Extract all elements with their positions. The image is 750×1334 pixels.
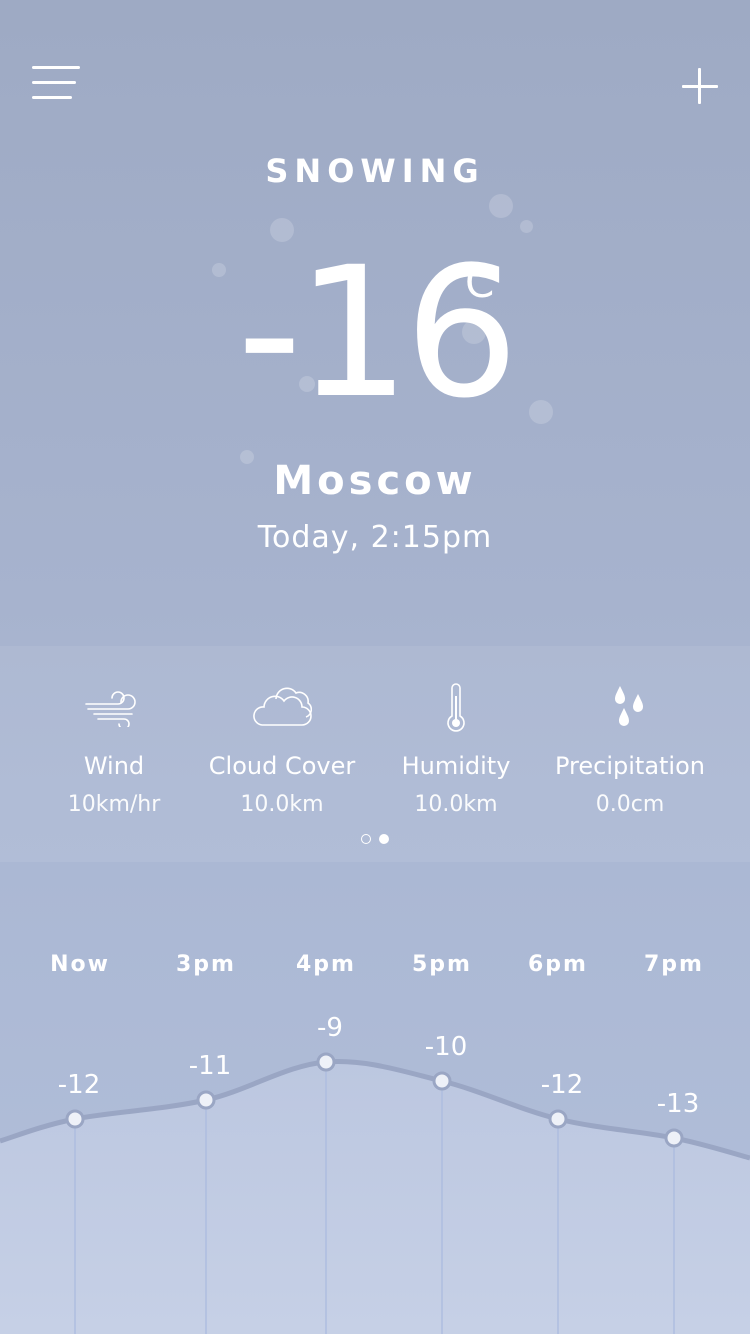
snowflake-decoration xyxy=(489,194,513,218)
weather-stats-panel: Wind 10km/hr Cloud Cover 10.0km Humidity… xyxy=(0,646,750,862)
stat-value: 0.0cm xyxy=(595,792,665,817)
hourly-temperature-chart: -12 -11 -9 -10 -12 -13 xyxy=(0,1013,750,1334)
menu-icon[interactable] xyxy=(32,66,82,102)
chart-point[interactable] xyxy=(548,1109,568,1129)
cloud-icon xyxy=(192,682,372,732)
plus-icon[interactable] xyxy=(680,66,720,106)
stat-precipitation: Precipitation 0.0cm xyxy=(540,682,720,817)
chart-data-label: -12 xyxy=(541,1070,583,1100)
stat-label: Wind xyxy=(83,752,145,780)
date-time: Today, 2:15pm xyxy=(257,520,493,555)
hour-label: 4pm xyxy=(296,952,356,977)
chart-point[interactable] xyxy=(432,1071,452,1091)
stat-value: 10.0km xyxy=(414,792,498,817)
hour-label: 5pm xyxy=(412,952,472,977)
stat-label: Cloud Cover xyxy=(208,752,356,780)
wind-icon xyxy=(24,682,204,732)
stat-cloud-cover: Cloud Cover 10.0km xyxy=(192,682,372,817)
stat-value: 10km/hr xyxy=(67,792,161,817)
stat-wind: Wind 10km/hr xyxy=(24,682,204,817)
stat-humidity: Humidity 10.0km xyxy=(366,682,546,817)
stat-label: Humidity xyxy=(401,752,511,780)
stat-value: 10.0km xyxy=(240,792,324,817)
chart-point[interactable] xyxy=(65,1109,85,1129)
hour-label: 3pm xyxy=(176,952,236,977)
chart-point[interactable] xyxy=(316,1052,336,1072)
thermometer-icon xyxy=(366,682,546,732)
chart-point[interactable] xyxy=(664,1128,684,1148)
chart-data-label: -10 xyxy=(425,1032,467,1062)
snowflake-decoration xyxy=(520,220,533,233)
hour-label: Now xyxy=(50,952,110,977)
hourly-labels: Now 3pm 4pm 5pm 6pm 7pm xyxy=(0,952,750,982)
hour-label: 6pm xyxy=(528,952,588,977)
chart-data-label: -9 xyxy=(317,1013,343,1043)
stat-label: Precipitation xyxy=(554,752,705,780)
page-indicator xyxy=(0,834,750,844)
city-name: Moscow xyxy=(273,458,477,504)
raindrops-icon xyxy=(540,682,720,732)
chart-data-label: -13 xyxy=(657,1089,699,1119)
chart-point[interactable] xyxy=(196,1090,216,1110)
weather-condition: SNOWING xyxy=(265,152,485,190)
page-dot-1[interactable] xyxy=(361,834,371,844)
chart-data-label: -11 xyxy=(189,1051,231,1081)
page-dot-2[interactable] xyxy=(379,834,389,844)
hour-label: 7pm xyxy=(644,952,704,977)
chart-area xyxy=(0,1061,750,1334)
temperature-display: -16 °C xyxy=(0,234,750,434)
temperature-unit: °C xyxy=(444,258,495,307)
current-weather-panel: SNOWING -16 °C Moscow Today, 2:15pm xyxy=(0,0,750,646)
chart-data-label: -12 xyxy=(58,1070,100,1100)
